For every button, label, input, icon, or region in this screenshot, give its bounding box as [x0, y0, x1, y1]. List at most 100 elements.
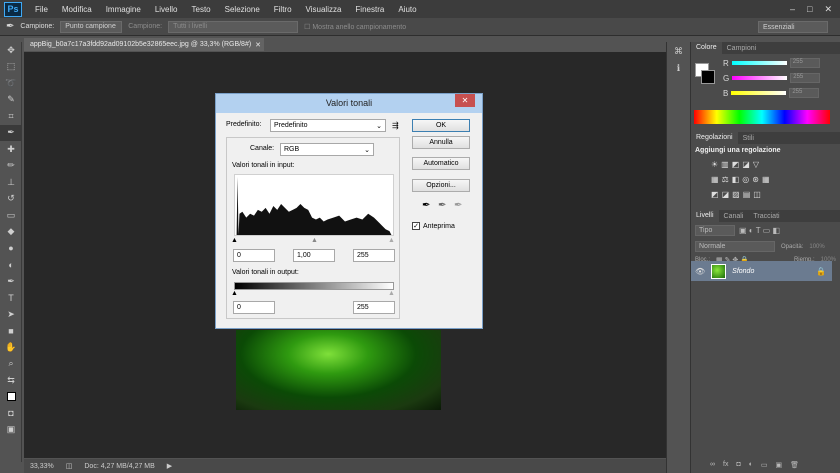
input-white-field[interactable]: 255	[353, 249, 395, 262]
brush-tool-icon[interactable]: ✏	[0, 158, 22, 175]
gray-eyedropper-icon[interactable]: ✒	[438, 200, 446, 211]
blend-mode-select[interactable]: Normale	[695, 241, 775, 252]
black-point-slider[interactable]: ▲	[231, 237, 238, 244]
crop-tool-icon[interactable]: ⌗	[0, 108, 22, 125]
shape-tool-icon[interactable]: ■	[0, 323, 22, 340]
dodge-tool-icon[interactable]: ◐	[0, 257, 22, 274]
options-button[interactable]: Opzioni...	[412, 179, 470, 192]
menu-immagine[interactable]: Immagine	[99, 5, 148, 14]
campione-select[interactable]: Punto campione	[60, 20, 123, 33]
status-arrow-icon[interactable]: ▶	[167, 462, 172, 470]
posterize-icon[interactable]: ◪	[722, 190, 730, 199]
trash-icon[interactable]: 🗑	[790, 461, 799, 471]
invert-icon[interactable]: ◩	[711, 190, 719, 199]
default-colors-icon[interactable]: ⇆	[0, 372, 22, 389]
lasso-tool-icon[interactable]: ➰	[0, 75, 22, 92]
menu-aiuto[interactable]: Aiuto	[391, 5, 423, 14]
folder-icon[interactable]: ▭	[761, 461, 768, 471]
path-select-icon[interactable]: ➤	[0, 306, 22, 323]
tab-campioni[interactable]: Campioni	[722, 45, 762, 52]
balance-icon[interactable]: ⚖	[722, 175, 729, 184]
white-eyedropper-icon[interactable]: ✒	[454, 200, 462, 211]
mostra-anello-checkbox[interactable]: ☐ Mostra anello campionamento	[304, 23, 406, 31]
slider-b-value[interactable]: 255	[789, 88, 820, 98]
selective-color-icon[interactable]: ◫	[753, 190, 761, 199]
menu-livello[interactable]: Livello	[148, 5, 185, 14]
output-white-field[interactable]: 255	[353, 301, 395, 314]
output-black-field[interactable]: 0	[233, 301, 275, 314]
workspace-select[interactable]: Essenziali	[758, 21, 828, 33]
opacity-value[interactable]: 100%	[809, 244, 824, 250]
maximize-button[interactable]: □	[807, 4, 812, 15]
slider-g-bar[interactable]	[732, 76, 788, 80]
hue-icon[interactable]: ▦	[711, 175, 719, 184]
blur-tool-icon[interactable]: ●	[0, 240, 22, 257]
tab-colore[interactable]: Colore	[691, 42, 722, 54]
new-layer-icon[interactable]: ▣	[776, 461, 783, 471]
slider-r-value[interactable]: 255	[789, 58, 820, 68]
history-brush-icon[interactable]: ↺	[0, 191, 22, 208]
lookup-icon[interactable]: ▦	[762, 175, 770, 184]
tab-canali[interactable]: Canali	[719, 213, 749, 220]
visibility-eye-icon[interactable]: 👁	[695, 267, 705, 276]
gamma-slider[interactable]: ▲	[311, 237, 318, 244]
hand-tool-icon[interactable]: ✋	[0, 339, 22, 356]
input-gamma-field[interactable]: 1,00	[293, 249, 335, 262]
exposure-icon[interactable]: ◪	[742, 160, 750, 169]
curves-icon[interactable]: ◩	[732, 160, 740, 169]
campione2-select[interactable]: Tutti i livelli	[168, 20, 299, 33]
document-tab[interactable]: appBig_b0a7c17a3fdd92ad09102b5e32865eec.…	[24, 38, 264, 51]
color-swatches-icon[interactable]	[0, 389, 22, 406]
threshold-icon[interactable]: ▨	[732, 190, 740, 199]
status-icon[interactable]: ◫	[66, 462, 73, 470]
healing-tool-icon[interactable]: ✚	[0, 141, 22, 158]
document-image[interactable]	[236, 330, 441, 410]
tab-regolazioni[interactable]: Regolazioni	[691, 132, 738, 144]
channel-select[interactable]: RGB ⌄	[280, 143, 374, 156]
adjust-layer-icon[interactable]: ◐	[749, 461, 753, 471]
vibrance-icon[interactable]: ▽	[753, 160, 759, 169]
cancel-button[interactable]: Annulla	[412, 136, 470, 149]
info-panel-icon[interactable]: ℹ	[667, 63, 690, 74]
menu-filtro[interactable]: Filtro	[267, 5, 299, 14]
dialog-close-button[interactable]: ✕	[455, 94, 475, 107]
screen-mode-icon[interactable]: ▣	[0, 422, 22, 439]
bucket-tool-icon[interactable]: ◆	[0, 224, 22, 241]
output-black-slider[interactable]: ▲	[231, 290, 238, 297]
background-swatch[interactable]	[701, 70, 715, 84]
move-tool-icon[interactable]: ✥	[0, 42, 22, 59]
layer-name[interactable]: Sfondo	[732, 268, 754, 275]
minimize-button[interactable]: –	[790, 4, 795, 15]
zoom-level[interactable]: 33,33%	[30, 463, 54, 470]
slider-b-bar[interactable]	[731, 91, 787, 95]
marquee-tool-icon[interactable]: ⬚	[0, 59, 22, 76]
tab-stili[interactable]: Stili	[738, 135, 759, 142]
brightness-icon[interactable]: ☀	[711, 160, 718, 169]
menu-file[interactable]: File	[28, 5, 55, 14]
menu-modifica[interactable]: Modifica	[55, 5, 99, 14]
type-tool-icon[interactable]: T	[0, 290, 22, 307]
photo-filter-icon[interactable]: ◎	[742, 175, 749, 184]
white-point-slider[interactable]: ▲	[388, 237, 395, 244]
tab-livelli[interactable]: Livelli	[691, 210, 719, 222]
eyedropper-icon[interactable]: ✒	[0, 124, 22, 141]
menu-visualizza[interactable]: Visualizza	[299, 5, 349, 14]
filter-icons[interactable]: ▣ ◐ T ▭ ◧	[739, 226, 780, 235]
bw-icon[interactable]: ◧	[732, 175, 740, 184]
close-tab-icon[interactable]: ✕	[255, 41, 261, 49]
ok-button[interactable]: OK	[412, 119, 470, 132]
menu-selezione[interactable]: Selezione	[218, 5, 267, 14]
pen-tool-icon[interactable]: ✒	[0, 273, 22, 290]
preset-menu-icon[interactable]: ⇶	[392, 121, 399, 130]
preset-select[interactable]: Predefinito ⌄	[270, 119, 386, 132]
close-window-button[interactable]: ✕	[824, 4, 832, 15]
slider-r-bar[interactable]	[731, 61, 787, 65]
quick-select-tool-icon[interactable]: ✎	[0, 92, 22, 109]
auto-button[interactable]: Automatico	[412, 157, 470, 170]
zoom-tool-icon[interactable]: ⌕	[0, 356, 22, 373]
menu-finestra[interactable]: Finestra	[348, 5, 391, 14]
quick-mask-icon[interactable]: ◘	[0, 405, 22, 422]
output-white-slider[interactable]: ▲	[388, 290, 395, 297]
tab-tracciati[interactable]: Tracciati	[748, 213, 784, 220]
color-spectrum[interactable]	[694, 110, 830, 124]
